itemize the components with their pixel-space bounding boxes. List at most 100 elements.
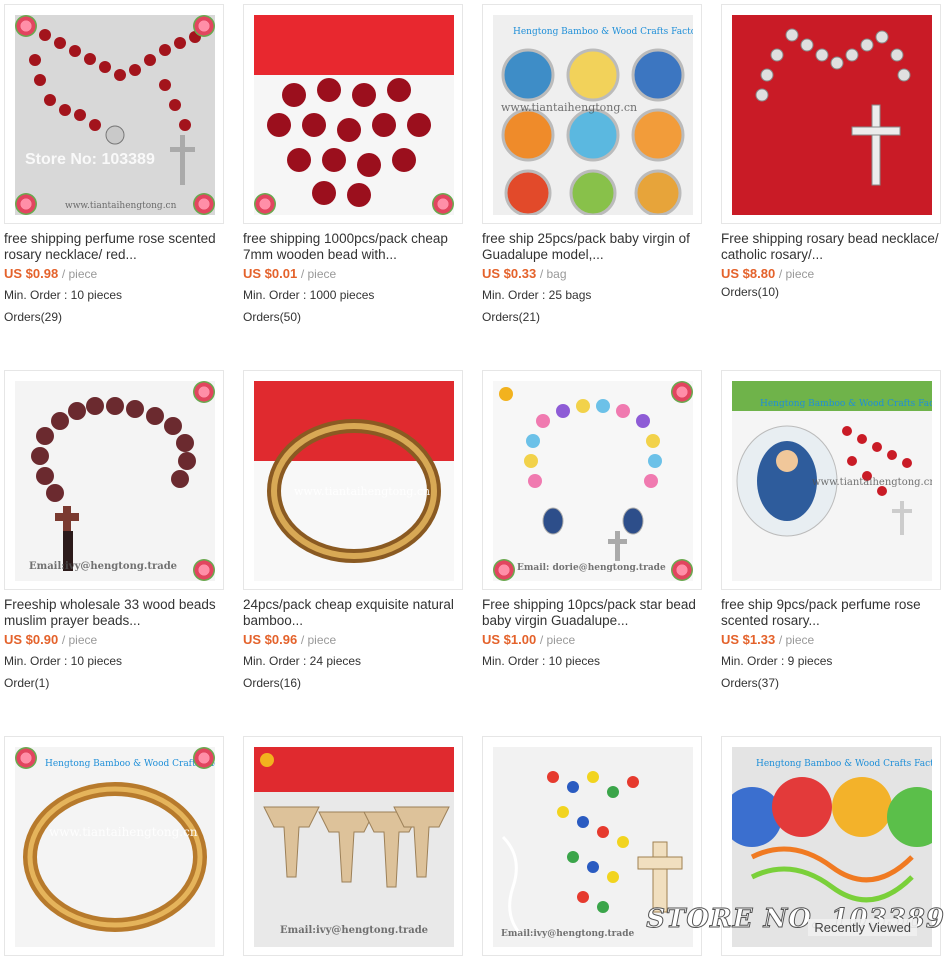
- watermark-factory: Hengtong Bamboo & Wood Crafts Factory: [756, 759, 932, 769]
- price-value: US $0.90: [4, 632, 59, 647]
- flower-decoration: [493, 559, 515, 581]
- price-value: US $1.33: [721, 632, 776, 647]
- price-unit: / piece: [778, 633, 815, 647]
- product-image-frame[interactable]: Store No: 103389 www.tiantaihengtong.cn: [4, 4, 224, 224]
- min-order: Min. Order : 10 pieces: [4, 654, 123, 668]
- product-card[interactable]: Email:ivy@hengtong.trade: [239, 732, 469, 956]
- product-card[interactable]: Hengtong Bamboo & Wood Crafts Factory ww…: [478, 0, 708, 330]
- price-unit: / piece: [300, 633, 337, 647]
- min-order: Min. Order : 24 pieces: [243, 654, 362, 668]
- product-card[interactable]: Free shipping rosary bead necklace/ cath…: [717, 0, 947, 330]
- rosary-illustration: [29, 29, 201, 185]
- price-unit: / piece: [300, 267, 337, 281]
- product-image[interactable]: Store No: 103389 www.tiantaihengtong.cn: [15, 15, 215, 215]
- product-image-frame[interactable]: [721, 4, 941, 224]
- product-image-frame[interactable]: Hengtong Bamboo & Wood Crafts Factory ww…: [482, 4, 702, 224]
- product-image[interactable]: Email:ivy@hengtong.trade: [254, 747, 454, 947]
- min-order: Min. Order : 9 pieces: [721, 654, 833, 668]
- watermark-url: www.tiantaihengtong.cn: [294, 485, 431, 498]
- min-order: Min. Order : 10 pieces: [482, 654, 601, 668]
- watermark-email: Email: dorie@hengtong.trade: [517, 563, 666, 573]
- product-image[interactable]: Email:ivy@hengtong.trade: [15, 381, 215, 581]
- watermark-url: www.tiantaihengtong.cn: [812, 477, 932, 488]
- orders-count[interactable]: Orders(29): [4, 310, 62, 324]
- watermark-factory: Hengtong Bamboo & Wood Crafts Factory: [760, 399, 932, 409]
- flower-decoration: [193, 15, 215, 37]
- price-unit: / piece: [778, 267, 815, 281]
- bamboo-ring-illustration: [23, 782, 207, 932]
- product-price: US $1.00 / piece: [482, 632, 575, 647]
- product-image-frame[interactable]: Hengtong Bamboo & Wood Crafts Factory ww…: [721, 370, 941, 590]
- orders-count[interactable]: Order(1): [4, 676, 49, 690]
- product-title[interactable]: Free shipping 10pcs/pack star bead baby …: [482, 597, 704, 629]
- product-image[interactable]: [254, 15, 454, 215]
- product-price: US $8.80 / piece: [721, 266, 814, 281]
- product-title[interactable]: free ship 9pcs/pack perfume rose scented…: [721, 597, 943, 629]
- product-price: US $0.33 / bag: [482, 266, 567, 281]
- product-card[interactable]: free shipping 1000pcs/pack cheap 7mm woo…: [239, 0, 469, 330]
- price-value: US $0.98: [4, 266, 59, 281]
- orders-count[interactable]: Orders(10): [721, 285, 779, 299]
- price-value: US $8.80: [721, 266, 776, 281]
- recently-viewed-tab[interactable]: Recently Viewed: [808, 919, 917, 936]
- product-price: US $0.01 / piece: [243, 266, 336, 281]
- bamboo-bangle-illustration: [254, 381, 454, 563]
- product-card[interactable]: Hengtong Bamboo & Wood Crafts Factory ww…: [0, 732, 230, 956]
- price-unit: / bag: [539, 267, 567, 281]
- product-grid: Store No: 103389 www.tiantaihengtong.cn …: [0, 0, 947, 956]
- watermark-url: www.tiantaihengtong.cn: [49, 825, 198, 839]
- flower-decoration: [193, 193, 215, 215]
- flower-decoration: [193, 747, 215, 769]
- product-title[interactable]: Free shipping rosary bead necklace/ cath…: [721, 231, 943, 263]
- product-price: US $1.33 / piece: [721, 632, 814, 647]
- product-price: US $0.90 / piece: [4, 632, 97, 647]
- product-image[interactable]: Hengtong Bamboo & Wood Crafts Factory ww…: [732, 381, 932, 581]
- product-image[interactable]: www.tiantaihengtong.cn: [254, 381, 454, 581]
- price-unit: / piece: [539, 633, 576, 647]
- min-order: Min. Order : 10 pieces: [4, 288, 123, 302]
- product-title[interactable]: free ship 25pcs/pack baby virgin of Guad…: [482, 231, 704, 263]
- product-image[interactable]: Hengtong Bamboo & Wood Crafts Factory ww…: [493, 15, 693, 215]
- product-card[interactable]: Hengtong Bamboo & Wood Crafts Factory ww…: [717, 366, 947, 696]
- product-title[interactable]: Freeship wholesale 33 wood beads muslim …: [4, 597, 226, 629]
- flower-decoration: [671, 559, 693, 581]
- product-title[interactable]: 24pcs/pack cheap exquisite natural bambo…: [243, 597, 465, 629]
- watermark-url: www.tiantaihengtong.cn: [65, 201, 177, 211]
- flower-decoration: [432, 193, 454, 215]
- watermark-factory: Hengtong Bamboo & Wood Crafts Factory: [513, 27, 693, 37]
- price-unit: / piece: [61, 267, 98, 281]
- product-card[interactable]: Store No: 103389 www.tiantaihengtong.cn …: [0, 0, 230, 330]
- orders-count[interactable]: Orders(50): [243, 310, 301, 324]
- orders-count[interactable]: Orders(37): [721, 676, 779, 690]
- flower-decoration: [15, 15, 37, 37]
- orders-count[interactable]: Orders(21): [482, 310, 540, 324]
- star-bracelet-illustration: [524, 399, 662, 561]
- watermark-email: Email:ivy@hengtong.trade: [280, 925, 429, 936]
- silver-rosary-illustration: [755, 28, 911, 186]
- product-image-frame[interactable]: Email: dorie@hengtong.trade: [482, 370, 702, 590]
- price-value: US $0.33: [482, 266, 537, 281]
- product-image[interactable]: Email: dorie@hengtong.trade: [493, 381, 693, 581]
- price-value: US $0.01: [243, 266, 298, 281]
- prayer-beads-illustration: [31, 397, 196, 571]
- product-image-frame[interactable]: [243, 4, 463, 224]
- watermark-store-number: Store No: 103389: [25, 151, 155, 168]
- brand-logo: [260, 753, 274, 767]
- product-image-frame[interactable]: Hengtong Bamboo & Wood Crafts Factory ww…: [4, 736, 224, 956]
- product-image-frame[interactable]: Email:ivy@hengtong.trade: [4, 370, 224, 590]
- wooden-beads-illustration: [254, 15, 454, 207]
- product-image[interactable]: [732, 15, 932, 215]
- flower-decoration: [15, 193, 37, 215]
- product-image-frame[interactable]: www.tiantaihengtong.cn: [243, 370, 463, 590]
- product-image[interactable]: Hengtong Bamboo & Wood Crafts Factory ww…: [15, 747, 215, 947]
- watermark-factory: Hengtong Bamboo & Wood Crafts Factory: [45, 759, 215, 769]
- product-card[interactable]: Email:ivy@hengtong.trade Freeship wholes…: [0, 366, 230, 696]
- product-title[interactable]: free shipping 1000pcs/pack cheap 7mm woo…: [243, 231, 465, 263]
- orders-count[interactable]: Orders(16): [243, 676, 301, 690]
- product-title[interactable]: free shipping perfume rose scented rosar…: [4, 231, 226, 263]
- watermark-url: www.tiantaihengtong.cn: [501, 101, 638, 114]
- flower-decoration: [193, 381, 215, 403]
- product-card[interactable]: Email: dorie@hengtong.trade Free shippin…: [478, 366, 708, 696]
- product-image-frame[interactable]: Email:ivy@hengtong.trade: [243, 736, 463, 956]
- product-card[interactable]: www.tiantaihengtong.cn 24pcs/pack cheap …: [239, 366, 469, 696]
